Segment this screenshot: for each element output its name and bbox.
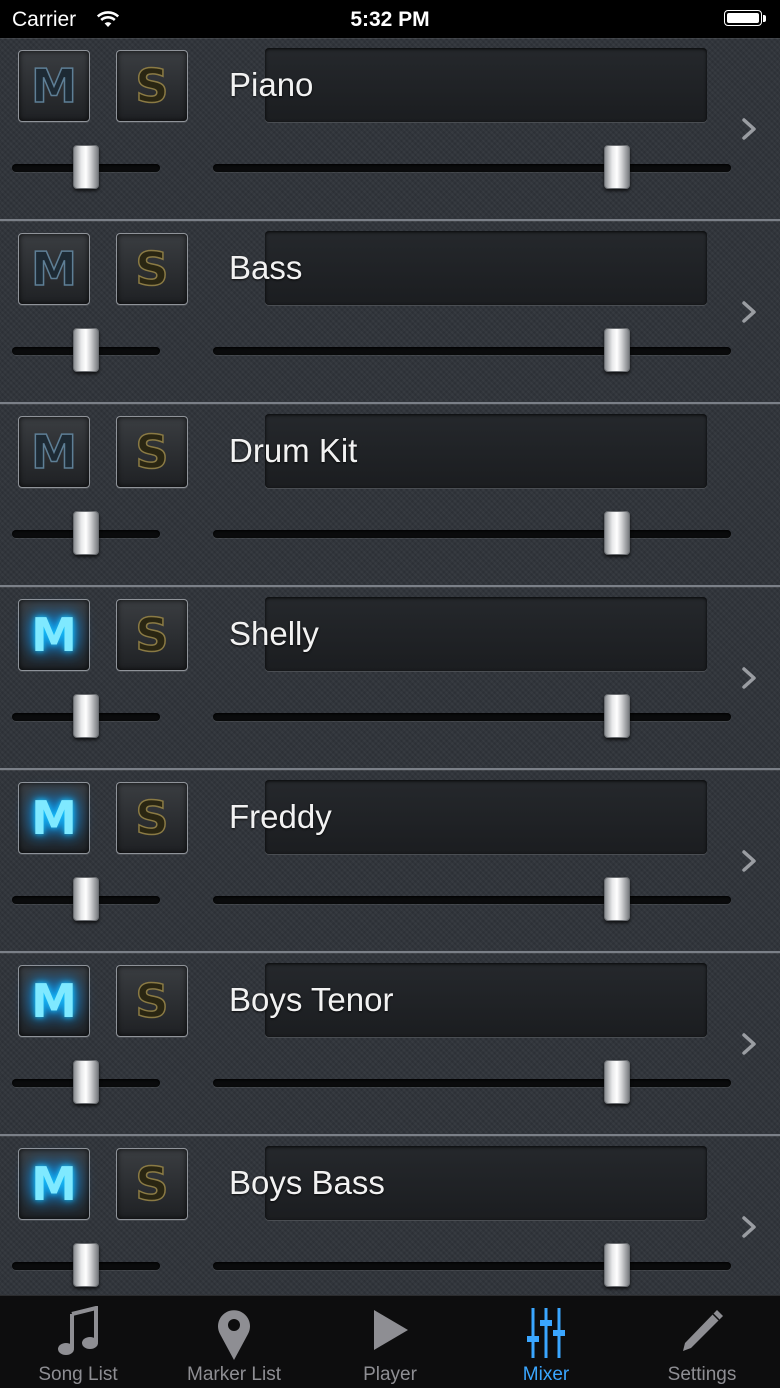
tab-song-list[interactable]: Song List <box>0 1296 156 1388</box>
tab-settings[interactable]: Settings <box>624 1296 780 1388</box>
battery-icon <box>724 10 768 28</box>
channel-strip: M S Freddy <box>0 770 780 953</box>
tab-label: Song List <box>38 1364 118 1385</box>
volume-slider-thumb[interactable] <box>604 145 631 189</box>
mute-button[interactable]: M <box>18 965 90 1037</box>
channel-strip: M S Bass <box>0 221 780 404</box>
pan-slider-thumb[interactable] <box>73 511 99 555</box>
pan-slider-thumb[interactable] <box>73 1060 99 1104</box>
solo-button[interactable]: S <box>116 782 188 854</box>
tab-player[interactable]: Player <box>312 1296 468 1388</box>
channel-name: Freddy <box>229 798 332 835</box>
channel-name: Shelly <box>229 615 319 652</box>
channel-name-field[interactable] <box>265 48 707 122</box>
tab-mixer[interactable]: Mixer <box>468 1296 624 1388</box>
music-note-icon <box>58 1306 98 1355</box>
tab-label: Mixer <box>522 1364 570 1385</box>
status-bar: Carrier 5:32 PM <box>0 0 780 38</box>
channel-name: Piano <box>229 66 314 103</box>
mute-button[interactable]: M <box>18 50 90 122</box>
pan-slider-thumb[interactable] <box>73 145 99 189</box>
chevron-right-icon[interactable] <box>738 848 760 874</box>
map-pin-icon <box>218 1310 250 1360</box>
volume-slider-track[interactable] <box>213 1262 731 1270</box>
volume-slider-thumb[interactable] <box>604 511 631 555</box>
chevron-right-icon[interactable] <box>738 1214 760 1240</box>
chevron-right-icon[interactable] <box>738 116 760 142</box>
volume-slider-track[interactable] <box>213 713 731 721</box>
volume-slider-thumb[interactable] <box>604 1243 631 1287</box>
pan-slider-thumb[interactable] <box>73 694 99 738</box>
solo-button[interactable]: S <box>116 1148 188 1220</box>
mute-button[interactable]: M <box>18 1148 90 1220</box>
volume-slider-track[interactable] <box>213 1079 731 1087</box>
channel-name: Boys Tenor <box>229 981 394 1018</box>
channel-name: Bass <box>229 249 303 286</box>
channel-name: Boys Bass <box>229 1164 385 1201</box>
channel-strip: M S Shelly <box>0 587 780 770</box>
channel-strip: M S Boys Bass <box>0 1136 780 1295</box>
channel-strip: M S Boys Tenor <box>0 953 780 1136</box>
tab-marker-list[interactable]: Marker List <box>156 1296 312 1388</box>
pan-slider-thumb[interactable] <box>73 328 99 372</box>
volume-slider-thumb[interactable] <box>604 1060 631 1104</box>
volume-slider-track[interactable] <box>213 530 731 538</box>
channel-name: Drum Kit <box>229 432 358 469</box>
solo-button[interactable]: S <box>116 416 188 488</box>
tab-label: Marker List <box>187 1364 281 1385</box>
channel-strip: M S Drum Kit <box>0 404 780 587</box>
solo-button[interactable]: S <box>116 599 188 671</box>
channel-name-field[interactable] <box>265 597 707 671</box>
mixer-sliders-icon <box>527 1308 565 1358</box>
mute-button[interactable]: M <box>18 782 90 854</box>
pencil-icon <box>683 1310 723 1351</box>
pan-slider-thumb[interactable] <box>73 877 99 921</box>
mixer-channel-list[interactable]: M S Piano M S Bass M S Drum Kit M S Shelly M S Freddy M… <box>0 38 780 1295</box>
volume-slider-track[interactable] <box>213 164 731 172</box>
mute-button[interactable]: M <box>18 233 90 305</box>
channel-name-field[interactable] <box>265 231 707 305</box>
volume-slider-thumb[interactable] <box>604 694 631 738</box>
tab-label: Player <box>363 1364 417 1385</box>
chevron-right-icon[interactable] <box>738 1031 760 1057</box>
volume-slider-thumb[interactable] <box>604 328 631 372</box>
solo-button[interactable]: S <box>116 965 188 1037</box>
solo-button[interactable]: S <box>116 233 188 305</box>
mute-button[interactable]: M <box>18 599 90 671</box>
mute-button[interactable]: M <box>18 416 90 488</box>
tab-bar: Song List Marker List Player Mixer Setti… <box>0 1295 780 1388</box>
solo-button[interactable]: S <box>116 50 188 122</box>
tab-label: Settings <box>667 1364 737 1385</box>
volume-slider-track[interactable] <box>213 896 731 904</box>
chevron-right-icon[interactable] <box>738 665 760 691</box>
chevron-right-icon[interactable] <box>738 299 760 325</box>
channel-strip: M S Piano <box>0 38 780 221</box>
play-icon <box>374 1310 408 1350</box>
clock: 5:32 PM <box>350 8 430 31</box>
volume-slider-thumb[interactable] <box>604 877 631 921</box>
pan-slider-thumb[interactable] <box>73 1243 99 1287</box>
volume-slider-track[interactable] <box>213 347 731 355</box>
